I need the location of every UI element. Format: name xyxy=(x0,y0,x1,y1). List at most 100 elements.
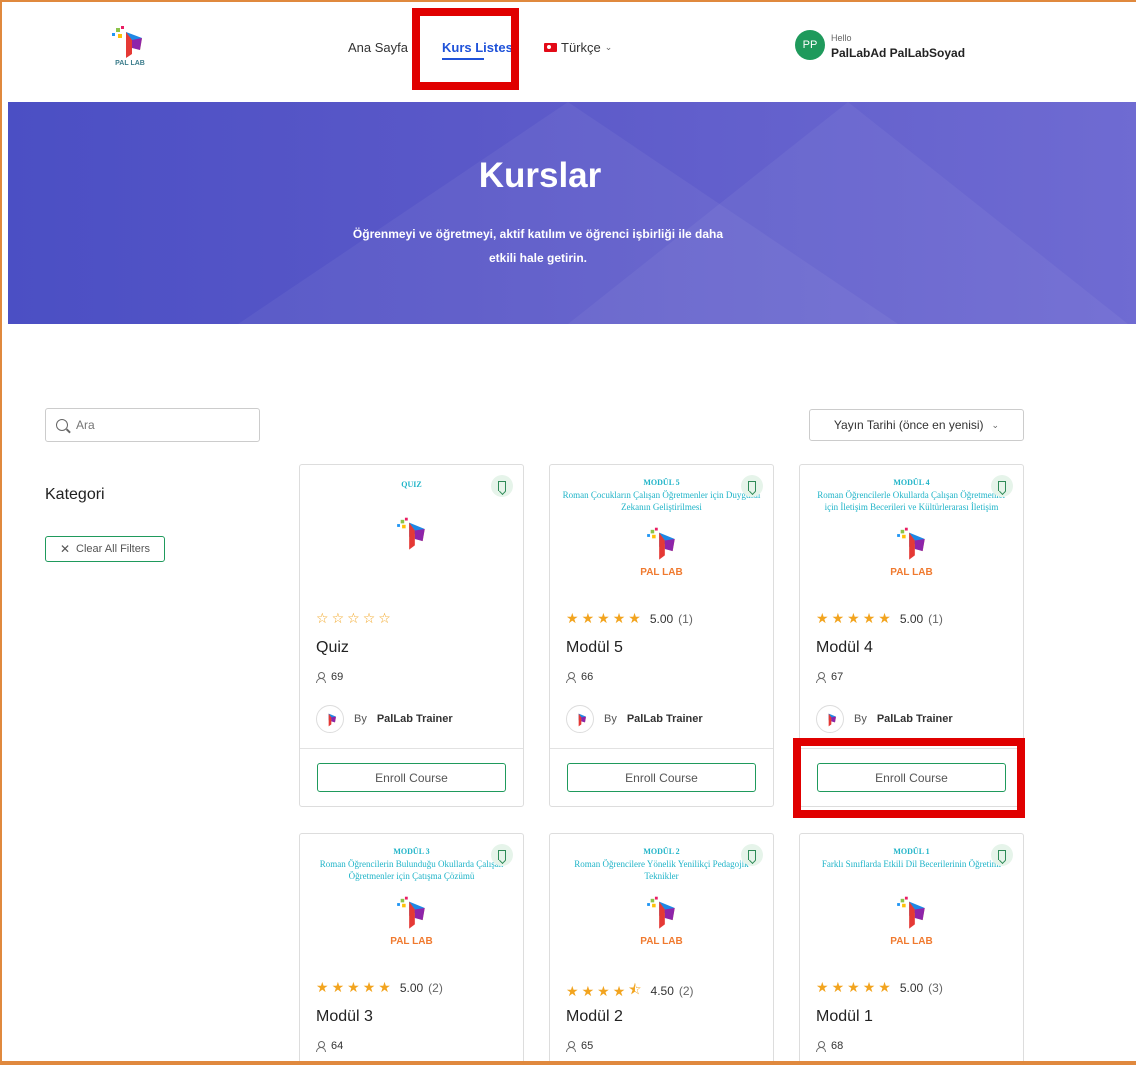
student-count: 64 xyxy=(316,1040,343,1052)
course-cover[interactable]: MODÜL 5 Roman Çocukların Çalışan Öğretme… xyxy=(550,465,773,600)
user-icon xyxy=(816,1040,826,1052)
highlight-box-enroll xyxy=(793,738,1025,818)
course-title[interactable]: Modül 5 xyxy=(566,639,623,657)
highlight-box-nav xyxy=(412,8,519,90)
rating-count: (2) xyxy=(428,980,443,995)
pal-lab-logo-icon xyxy=(396,896,425,929)
star-icon: ☆ xyxy=(378,610,391,626)
bookmark-button[interactable] xyxy=(991,475,1013,497)
clear-all-filters-button[interactable]: ✕ Clear All Filters xyxy=(45,536,165,562)
chevron-down-icon: ⌄ xyxy=(604,42,613,52)
student-count-value: 65 xyxy=(581,1040,594,1052)
rating-value: 5.00 xyxy=(899,611,924,626)
bookmark-icon xyxy=(748,850,756,860)
rating-count: (3) xyxy=(928,980,943,995)
page-frame: PAL LAB Ana Sayfa Kurs Listesi Türkçe ⌄ … xyxy=(0,0,1136,1065)
student-count: 66 xyxy=(566,671,593,683)
user-icon xyxy=(816,671,826,683)
course-title[interactable]: Modül 2 xyxy=(566,1008,623,1026)
user-icon xyxy=(316,671,326,683)
star-icon: ★ xyxy=(597,982,610,999)
course-title[interactable]: Modül 4 xyxy=(816,639,873,657)
course-card[interactable]: MODÜL 2 Roman Öğrencilere Yönelik Yenili… xyxy=(549,833,774,1065)
student-count: 69 xyxy=(316,671,343,683)
hero-banner: Kurslar Öğrenmeyi ve öğretmeyi, aktif ka… xyxy=(8,102,1136,324)
search-icon xyxy=(56,419,68,431)
trainer-by: By xyxy=(604,713,617,725)
user-name[interactable]: PalLabAd PalLabSoyad xyxy=(831,46,965,60)
trainer-name[interactable]: PalLab Trainer xyxy=(877,713,953,725)
cover-brand: PAL LAB xyxy=(640,936,683,947)
trainer-name[interactable]: PalLab Trainer xyxy=(377,713,453,725)
rating-value: 4.50 xyxy=(650,984,674,998)
course-cover[interactable]: MODÜL 4 Roman Öğrencilerle Okullarda Çal… xyxy=(800,465,1023,600)
cover-logo xyxy=(395,517,429,551)
bookmark-icon xyxy=(498,481,506,491)
bookmark-button[interactable] xyxy=(741,844,763,866)
bookmark-icon xyxy=(998,481,1006,491)
course-cover[interactable]: MODÜL 3 Roman Öğrencilerin Bulunduğu Oku… xyxy=(300,834,523,969)
trainer-avatar xyxy=(816,705,844,733)
cover-logo xyxy=(395,896,429,930)
site-logo[interactable]: PAL LAB xyxy=(106,26,154,72)
enroll-course-button[interactable]: Enroll Course xyxy=(567,763,756,792)
sort-selected-value: Yayın Tarihi (önce en yenisi) xyxy=(833,418,984,432)
star-icon: ★ xyxy=(597,610,610,626)
pal-lab-logo-icon xyxy=(328,713,336,727)
frame-border xyxy=(0,1061,1136,1065)
trainer-avatar xyxy=(316,705,344,733)
bookmark-button[interactable] xyxy=(991,844,1013,866)
pal-lab-logo-icon xyxy=(646,896,675,929)
cover-subtitle: Farklı Sınıflarda Etkili Dil Becerilerin… xyxy=(821,859,1002,869)
user-avatar[interactable]: PP xyxy=(795,30,825,60)
star-icon: ☆ xyxy=(316,610,329,626)
star-icon: ★ xyxy=(612,610,626,626)
course-cover[interactable]: MODÜL 1 Farklı Sınıflarda Etkili Dil Bec… xyxy=(800,834,1023,969)
cover-heading: MODÜL 1 xyxy=(893,847,930,856)
course-trainer: By PalLab Trainer xyxy=(816,705,953,733)
course-card[interactable]: QUIZ ☆ ☆ ☆ ☆ ☆ Quiz 69 By PalLab Trainer… xyxy=(299,464,524,807)
cover-heading: MODÜL 2 xyxy=(643,847,680,856)
star-icon: ★ xyxy=(378,979,391,995)
course-title[interactable]: Modül 1 xyxy=(816,1008,873,1026)
trainer-name[interactable]: PalLab Trainer xyxy=(627,713,703,725)
course-card[interactable]: MODÜL 3 Roman Öğrencilerin Bulunduğu Oku… xyxy=(299,833,524,1065)
star-icon: ★ xyxy=(331,979,345,995)
course-cover[interactable]: MODÜL 2 Roman Öğrencilere Yönelik Yenili… xyxy=(550,834,773,969)
bookmark-button[interactable] xyxy=(491,475,513,497)
enroll-course-button[interactable]: Enroll Course xyxy=(317,763,506,792)
course-cover[interactable]: QUIZ xyxy=(300,465,523,600)
trainer-by: By xyxy=(854,713,867,725)
hero-decoration xyxy=(568,102,1128,324)
star-icon: ★ xyxy=(581,610,595,626)
card-divider xyxy=(550,748,773,749)
card-divider xyxy=(300,748,523,749)
pal-lab-logo-icon xyxy=(646,527,675,560)
student-count: 67 xyxy=(816,671,843,683)
bookmark-button[interactable] xyxy=(741,475,763,497)
course-rating: ★ ★ ★ ★ ★ 5.00 (2) xyxy=(316,979,443,996)
cover-brand: PAL LAB xyxy=(390,936,433,947)
language-label: Türkçe xyxy=(561,40,601,55)
nav-home[interactable]: Ana Sayfa xyxy=(348,40,408,55)
course-title[interactable]: Modül 3 xyxy=(316,1008,373,1026)
cover-title: QUIZ xyxy=(310,479,513,491)
star-icon: ★ xyxy=(862,610,876,626)
course-card[interactable]: MODÜL 1 Farklı Sınıflarda Etkili Dil Bec… xyxy=(799,833,1024,1065)
star-icon: ★ xyxy=(347,979,360,995)
student-count-value: 68 xyxy=(831,1040,844,1052)
header: PAL LAB Ana Sayfa Kurs Listesi Türkçe ⌄ … xyxy=(2,2,1136,102)
search-box xyxy=(45,408,260,442)
star-icon: ★ xyxy=(612,982,626,999)
search-input[interactable] xyxy=(76,418,246,432)
language-selector[interactable]: Türkçe ⌄ xyxy=(544,40,612,55)
category-heading: Kategori xyxy=(45,486,105,503)
rating-count: (2) xyxy=(678,984,694,998)
rating-value: 5.00 xyxy=(399,980,424,995)
sort-select[interactable]: Yayın Tarihi (önce en yenisi) ⌄ xyxy=(809,409,1024,441)
cover-brand: PAL LAB xyxy=(890,567,933,578)
course-card[interactable]: MODÜL 5 Roman Çocukların Çalışan Öğretme… xyxy=(549,464,774,807)
course-title[interactable]: Quiz xyxy=(316,639,349,657)
bookmark-button[interactable] xyxy=(491,844,513,866)
star-icon: ⯪ xyxy=(628,981,642,997)
